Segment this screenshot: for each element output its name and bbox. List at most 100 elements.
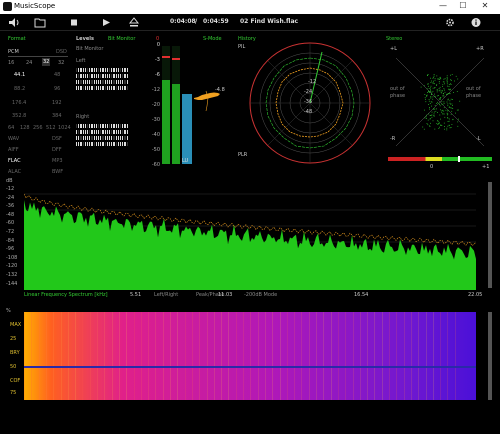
spectrum-panel: dB -12 -24 -36 -48 -60 -72 -84 -96 -108 -120 -132-… xyxy=(6,178,490,300)
opt-left-right[interactable]: Left/Right xyxy=(154,292,178,298)
loudness-bar xyxy=(182,94,192,164)
corr-zero: 0 xyxy=(430,164,434,170)
out-of-phase-right: out of phase xyxy=(466,86,482,99)
bit-32: 32 xyxy=(42,58,51,66)
opt-200db[interactable]: -200dB Mode xyxy=(244,292,277,298)
maximize-button[interactable]: ☐ xyxy=(454,1,472,10)
levels-panel: Levels Bit Monitor Bit Monitor Left Righ… xyxy=(76,36,230,170)
info-icon[interactable] xyxy=(470,17,482,28)
sg-50: 50 xyxy=(10,364,17,370)
peak-readout: -4.8 xyxy=(215,87,225,93)
level-histogram xyxy=(194,90,220,112)
rate-96: 96 xyxy=(54,86,61,92)
xtick-4: 22.05 xyxy=(468,292,483,298)
level-scale: 0 -3 -6 -12 -20 -30 -40 -50 -60 xyxy=(148,42,160,170)
close-button[interactable]: ✕ xyxy=(476,1,494,10)
spectrum-ytick: -144 xyxy=(6,280,18,287)
dsd-128: 128 xyxy=(20,125,30,131)
lu-label: LU xyxy=(182,158,189,164)
type-aiff: AIFF xyxy=(8,147,19,153)
minimize-button[interactable]: — xyxy=(434,1,452,10)
ring-12: -12 xyxy=(308,79,317,85)
level-tick: -6 xyxy=(155,72,160,78)
bit-16: 16 xyxy=(8,60,15,66)
play-icon[interactable] xyxy=(100,17,112,28)
smode-label: S-Mode xyxy=(203,36,222,42)
bit-monitor-right xyxy=(76,124,130,154)
spectrogram-pct: % xyxy=(6,308,11,314)
level-tick: -12 xyxy=(151,87,160,93)
type-mp3: MP3 xyxy=(52,158,63,164)
spectrum-ytick: -120 xyxy=(6,263,18,270)
bit-24: 24 xyxy=(26,60,33,66)
rate-352: 352.8 xyxy=(12,113,27,119)
spectrum-ytick: -132 xyxy=(6,272,18,278)
level-tick: -50 xyxy=(151,147,160,153)
spectrum-ytick: -36 xyxy=(6,203,15,210)
gear-icon[interactable] xyxy=(444,17,456,28)
eject-icon[interactable] xyxy=(128,17,140,28)
spectrum-ytick: -96 xyxy=(6,246,15,253)
spectrum-mode[interactable]: Linear Frequency Spectrum [kHz] xyxy=(24,292,108,298)
spectrogram-image xyxy=(24,312,476,400)
sg-cof: COF xyxy=(10,378,21,384)
spectrogram-scrollbar[interactable] xyxy=(488,312,492,400)
time-separator: / xyxy=(195,18,198,25)
stereo-title: Stereo xyxy=(386,36,403,42)
rate-192: 192 xyxy=(52,100,62,106)
bit-monitor-title: Bit Monitor xyxy=(108,36,136,42)
spectrum-ytick: -48 xyxy=(6,211,15,218)
level-tick: -30 xyxy=(151,117,160,123)
spectrum-ytick: -24 xyxy=(6,194,15,201)
format-title: Format xyxy=(8,36,26,42)
level-tick: 0 xyxy=(156,42,160,48)
spectrum-ytick: -84 xyxy=(6,237,15,244)
rate-88: 88.2 xyxy=(14,86,26,92)
folder-open-icon[interactable] xyxy=(34,17,46,28)
ring-36: -36 xyxy=(304,99,313,105)
spectrum-scrollbar[interactable] xyxy=(488,182,492,288)
out-of-phase-left: out of phase xyxy=(390,86,406,99)
window-title: MusicScope xyxy=(14,2,56,10)
left-label: Left xyxy=(76,58,86,64)
correlation-meter xyxy=(388,156,492,162)
toolbar: 0:04:08 / 0:04:59 02 Find Wish.flac xyxy=(0,14,500,31)
title-bar: MusicScope — ☐ ✕ xyxy=(0,0,500,14)
right-label: Right xyxy=(76,114,90,120)
level-tick: -60 xyxy=(151,162,160,168)
rate-44: 44.1 xyxy=(14,72,26,78)
bit-monitor-sub: Bit Monitor xyxy=(76,46,104,52)
history-panel: History PIL PLR -12 -24 -36 -48 xyxy=(238,36,378,170)
time-total: 0:04:59 xyxy=(203,18,229,25)
plr-label: PLR xyxy=(238,152,248,158)
level-tick: -20 xyxy=(151,102,160,108)
type-dff: DFF xyxy=(52,147,62,153)
level-meter-right xyxy=(172,46,180,164)
sg-bry: BRY xyxy=(10,350,20,356)
spectrogram-panel: % MAX 25 BRY 50 COF 75 xyxy=(6,308,490,404)
sg-25: 25 xyxy=(10,336,17,342)
time-position: 0:04:08 xyxy=(170,18,196,25)
xtick-1: 5.51 xyxy=(130,292,142,298)
level-tick: -40 xyxy=(151,132,160,138)
app-logo-icon xyxy=(3,2,12,11)
pcm-label: PCM xyxy=(8,49,19,55)
type-alac: ALAC xyxy=(8,169,22,175)
spectrum-plot xyxy=(24,193,476,290)
rate-384: 384 xyxy=(52,113,62,119)
ring-48: -48 xyxy=(304,109,313,115)
rate-48: 48 xyxy=(54,72,61,78)
pil-label: PIL xyxy=(238,44,246,50)
spectrum-y-axis: -12 -24 -36 -48 -60 -72 -84 -96 -108 -120 -132 -144 xyxy=(6,178,24,290)
type-dsf: DSF xyxy=(52,136,62,142)
stop-icon[interactable] xyxy=(68,17,80,28)
volume-icon[interactable] xyxy=(8,17,20,28)
spectrum-ytick: -12 xyxy=(6,186,15,192)
sg-75: 75 xyxy=(10,390,17,396)
bit-monitor-left xyxy=(76,68,130,98)
file-name: 02 Find Wish.flac xyxy=(240,18,299,25)
levels-title: Levels xyxy=(76,36,94,42)
type-bwf: BWF xyxy=(52,169,64,175)
dsd-256: 256 xyxy=(33,125,43,131)
dsd-1024: 1024 xyxy=(58,125,71,131)
